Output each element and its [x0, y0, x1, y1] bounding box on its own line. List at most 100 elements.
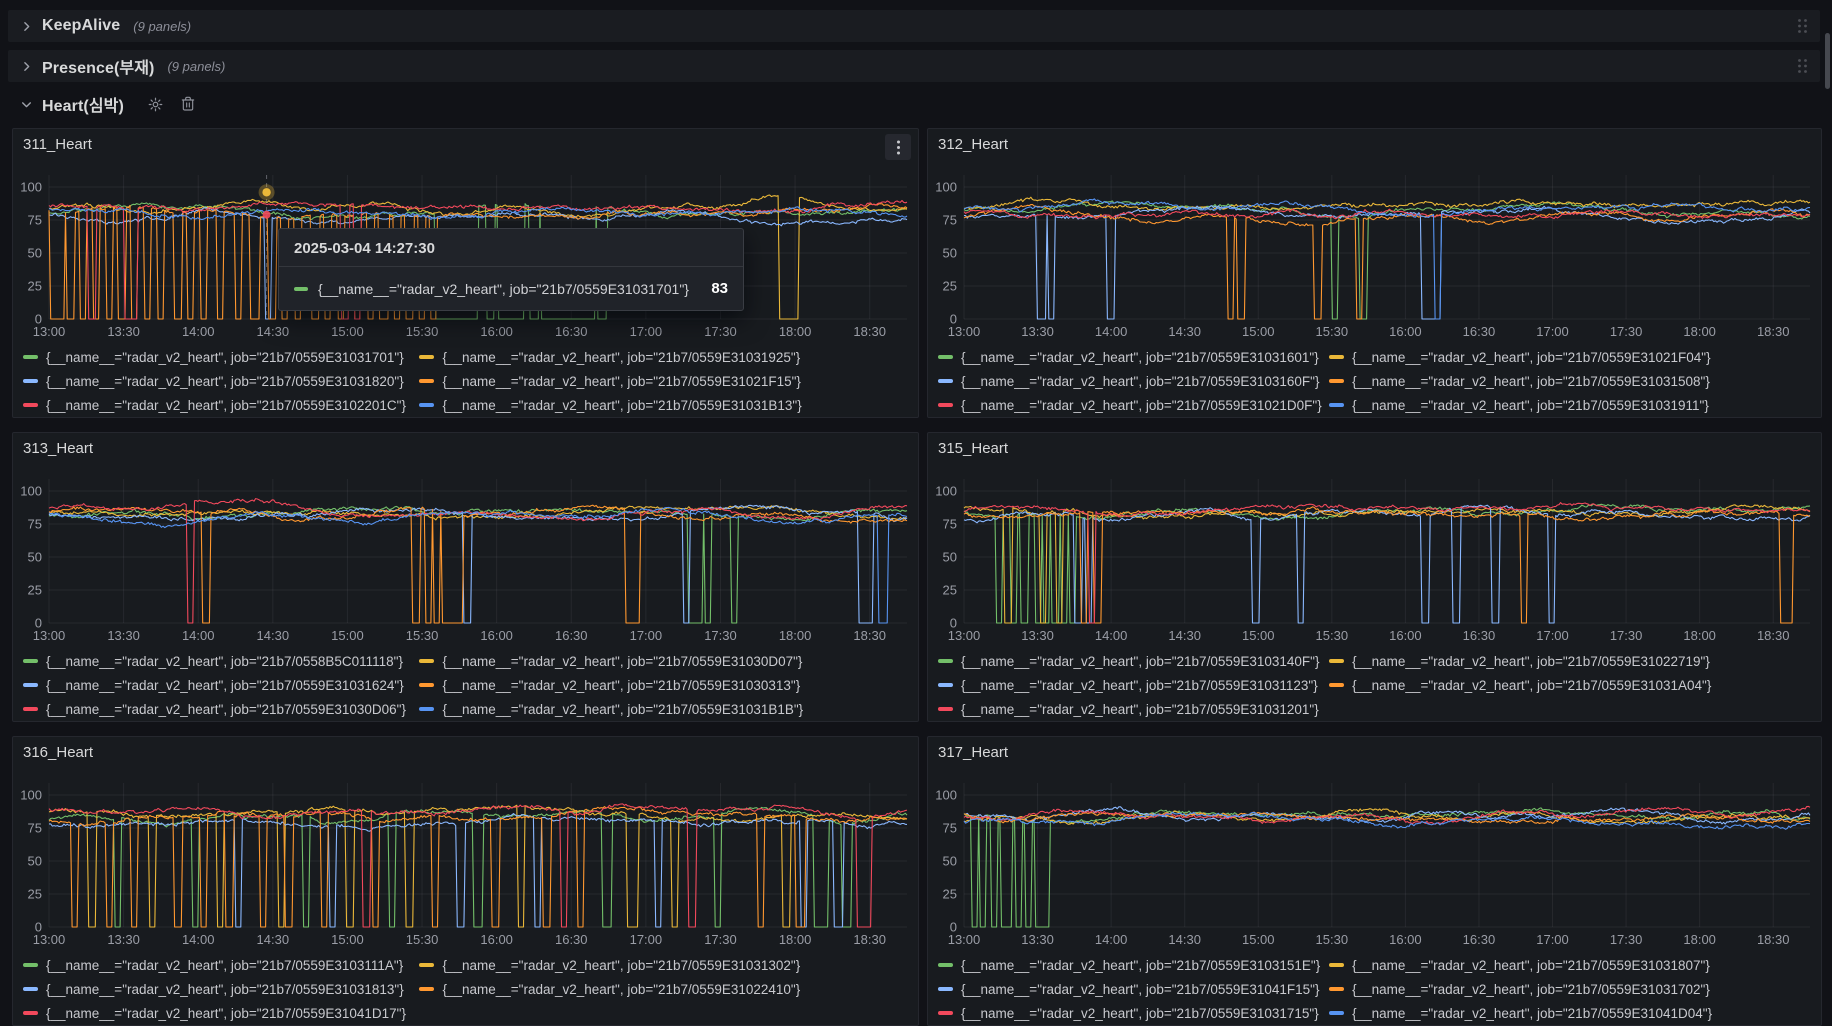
panel-title[interactable]: 312_Heart	[938, 136, 1781, 153]
row-presence[interactable]: Presence(부재) (9 panels)	[8, 50, 1820, 82]
legend-series-swatch	[23, 379, 38, 383]
legend-item[interactable]: {__name__="radar_v2_heart", job="21b7/05…	[1329, 673, 1817, 697]
chevron-down-icon	[20, 98, 33, 111]
legend-item[interactable]: {__name__="radar_v2_heart", job="21b7/05…	[938, 953, 1329, 977]
tooltip-series-swatch	[294, 287, 308, 291]
svg-text:17:30: 17:30	[704, 324, 737, 339]
legend-item[interactable]: {__name__="radar_v2_heart", job="21b7/05…	[938, 649, 1329, 673]
legend-item[interactable]: {__name__="radar_v2_heart", job="21b7/05…	[1329, 953, 1817, 977]
legend-item[interactable]: {__name__="radar_v2_heart", job="21b7/05…	[938, 673, 1329, 697]
svg-text:15:30: 15:30	[1316, 932, 1349, 947]
legend-item[interactable]: {__name__="radar_v2_heart", job="21b7/05…	[1329, 649, 1817, 673]
legend: {__name__="radar_v2_heart", job="21b7/05…	[23, 345, 914, 417]
legend-item[interactable]: {__name__="radar_v2_heart", job="21b7/05…	[1329, 1001, 1817, 1025]
legend-item[interactable]: {__name__="radar_v2_heart", job="21b7/05…	[23, 1001, 419, 1025]
legend-item[interactable]: {__name__="radar_v2_heart", job="21b7/05…	[1329, 369, 1817, 393]
svg-text:100: 100	[20, 180, 42, 195]
svg-text:100: 100	[935, 484, 957, 499]
panel-title[interactable]: 317_Heart	[938, 744, 1781, 761]
row-keepalive[interactable]: KeepAlive (9 panels)	[8, 10, 1820, 42]
legend-item[interactable]: {__name__="radar_v2_heart", job="21b7/05…	[23, 977, 419, 1001]
legend-item[interactable]: {__name__="radar_v2_heart", job="21b7/05…	[938, 697, 1329, 721]
legend-series-label: {__name__="radar_v2_heart", job="21b7/05…	[961, 398, 1322, 413]
legend-item[interactable]: {__name__="radar_v2_heart", job="21b7/05…	[1329, 393, 1817, 417]
svg-text:0: 0	[35, 312, 42, 327]
row-drag-handle-icon[interactable]	[1797, 58, 1808, 74]
legend-item[interactable]: {__name__="radar_v2_heart", job="21b7/05…	[419, 697, 914, 721]
panel-title[interactable]: 315_Heart	[938, 440, 1781, 457]
legend-item[interactable]: {__name__="radar_v2_heart", job="21b7/05…	[23, 393, 419, 417]
legend-item[interactable]: {__name__="radar_v2_heart", job="21b7/05…	[419, 977, 914, 1001]
legend-item[interactable]: {__name__="radar_v2_heart", job="21b7/05…	[23, 345, 419, 369]
svg-text:15:00: 15:00	[1242, 324, 1275, 339]
svg-text:16:30: 16:30	[1463, 932, 1496, 947]
legend-series-swatch	[419, 707, 434, 711]
legend-item[interactable]: {__name__="radar_v2_heart", job="21b7/05…	[419, 953, 914, 977]
legend-item[interactable]: {__name__="radar_v2_heart", job="21b7/05…	[1329, 345, 1817, 369]
legend-item[interactable]: {__name__="radar_v2_heart", job="21b7/05…	[938, 345, 1329, 369]
panel-title[interactable]: 311_Heart	[23, 136, 878, 153]
panel: 317_Heart 13:0013:3014:0014:3015:0015:30…	[927, 736, 1822, 1026]
legend-item[interactable]: {__name__="radar_v2_heart", job="21b7/05…	[419, 369, 914, 393]
svg-text:100: 100	[20, 484, 42, 499]
row-settings-button[interactable]	[147, 96, 164, 113]
svg-text:13:30: 13:30	[107, 628, 140, 643]
svg-text:50: 50	[943, 246, 957, 261]
legend-series-swatch	[23, 403, 38, 407]
svg-text:13:30: 13:30	[1021, 324, 1054, 339]
svg-text:15:30: 15:30	[406, 324, 439, 339]
svg-text:18:00: 18:00	[779, 932, 812, 947]
row-title: Heart(심박)	[42, 92, 124, 116]
trash-icon	[180, 96, 196, 112]
legend-item[interactable]: {__name__="radar_v2_heart", job="21b7/05…	[419, 649, 914, 673]
legend-item[interactable]: {__name__="radar_v2_heart", job="21b7/05…	[23, 649, 419, 673]
legend-item[interactable]: {__name__="radar_v2_heart", job="21b7/05…	[23, 369, 419, 393]
legend-series-swatch	[419, 379, 434, 383]
legend-series-swatch	[1329, 659, 1344, 663]
panel-menu-button[interactable]	[885, 134, 911, 160]
panel-title[interactable]: 316_Heart	[23, 744, 878, 761]
row-drag-handle-icon[interactable]	[1797, 18, 1808, 34]
svg-text:16:30: 16:30	[1463, 628, 1496, 643]
svg-text:18:30: 18:30	[1757, 324, 1790, 339]
panel-title[interactable]: 313_Heart	[23, 440, 878, 457]
legend-item[interactable]: {__name__="radar_v2_heart", job="21b7/05…	[23, 697, 419, 721]
legend: {__name__="radar_v2_heart", job="21b7/05…	[23, 953, 914, 1025]
legend-series-swatch	[938, 963, 953, 967]
svg-text:50: 50	[28, 854, 42, 869]
vertical-scrollbar-thumb[interactable]	[1825, 33, 1830, 89]
row-title: KeepAlive	[42, 17, 120, 35]
svg-text:18:30: 18:30	[853, 932, 886, 947]
legend: {__name__="radar_v2_heart", job="21b7/05…	[938, 953, 1817, 1025]
svg-text:16:30: 16:30	[555, 324, 588, 339]
svg-text:14:30: 14:30	[257, 932, 290, 947]
legend-item[interactable]: {__name__="radar_v2_heart", job="21b7/05…	[419, 393, 914, 417]
legend-item[interactable]: {__name__="radar_v2_heart", job="21b7/05…	[23, 673, 419, 697]
svg-text:100: 100	[935, 788, 957, 803]
legend-item[interactable]: {__name__="radar_v2_heart", job="21b7/05…	[23, 953, 419, 977]
svg-text:18:00: 18:00	[1683, 628, 1716, 643]
svg-text:50: 50	[943, 854, 957, 869]
legend-item[interactable]: {__name__="radar_v2_heart", job="21b7/05…	[419, 345, 914, 369]
svg-text:17:00: 17:00	[1536, 324, 1569, 339]
svg-text:15:30: 15:30	[406, 628, 439, 643]
svg-text:75: 75	[943, 517, 957, 532]
svg-text:13:30: 13:30	[1021, 628, 1054, 643]
legend-item[interactable]: {__name__="radar_v2_heart", job="21b7/05…	[938, 369, 1329, 393]
legend-item[interactable]: {__name__="radar_v2_heart", job="21b7/05…	[938, 977, 1329, 1001]
legend-series-label: {__name__="radar_v2_heart", job="21b7/05…	[1352, 654, 1710, 669]
row-heart[interactable]: Heart(심박)	[8, 92, 1820, 116]
svg-text:17:30: 17:30	[1610, 324, 1643, 339]
row-delete-button[interactable]	[180, 96, 196, 113]
svg-text:14:00: 14:00	[182, 324, 215, 339]
svg-text:25: 25	[943, 887, 957, 902]
row-title: Presence(부재)	[42, 54, 154, 78]
legend-item[interactable]: {__name__="radar_v2_heart", job="21b7/05…	[419, 673, 914, 697]
legend-item[interactable]: {__name__="radar_v2_heart", job="21b7/05…	[1329, 977, 1817, 1001]
svg-text:25: 25	[943, 279, 957, 294]
svg-text:14:00: 14:00	[1095, 932, 1128, 947]
legend-series-label: {__name__="radar_v2_heart", job="21b7/05…	[46, 374, 404, 389]
legend-item[interactable]: {__name__="radar_v2_heart", job="21b7/05…	[938, 1001, 1329, 1025]
legend-item[interactable]: {__name__="radar_v2_heart", job="21b7/05…	[938, 393, 1329, 417]
svg-text:14:30: 14:30	[257, 324, 290, 339]
